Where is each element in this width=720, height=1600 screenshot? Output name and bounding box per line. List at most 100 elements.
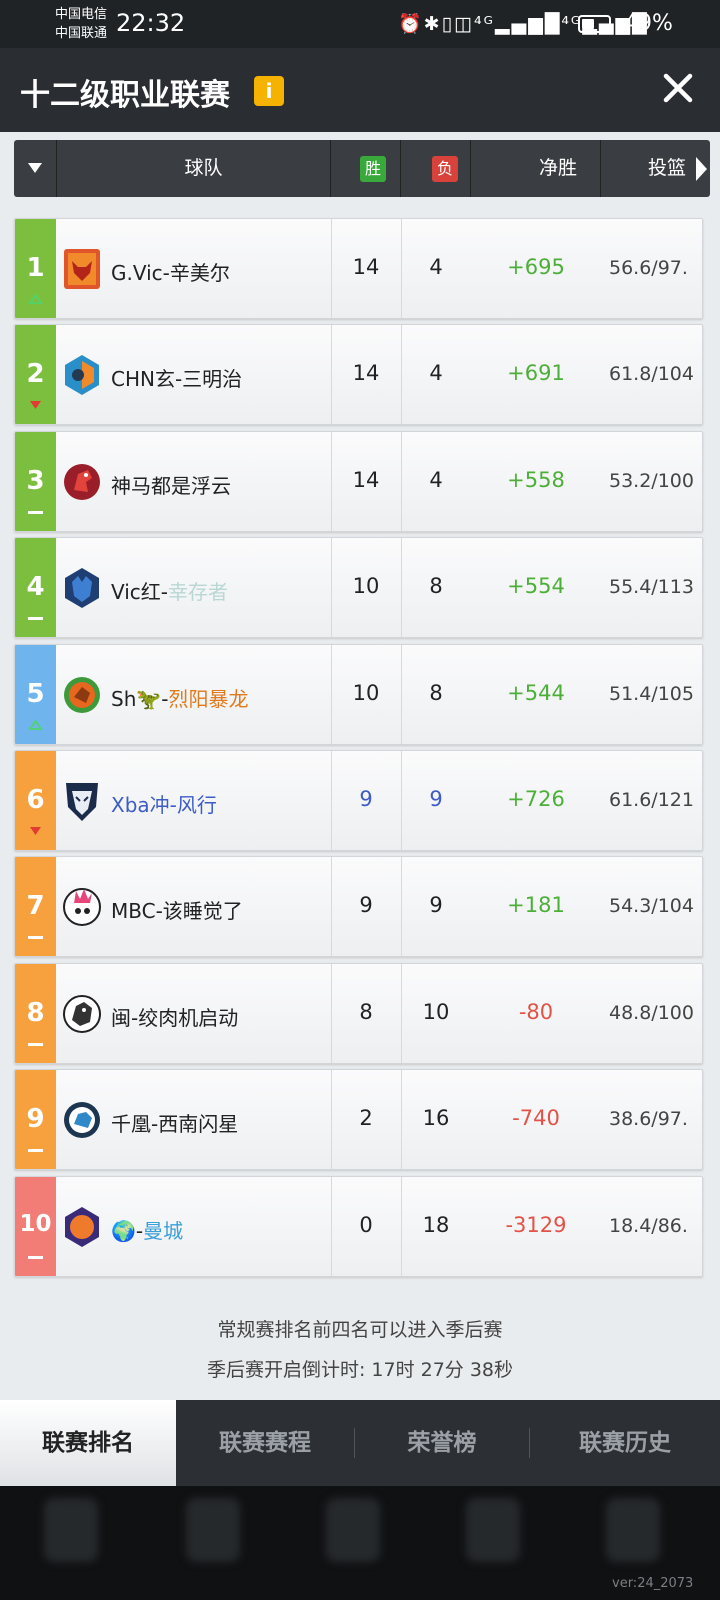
rank-same-icon [28, 1042, 43, 1046]
chevron-down-icon [28, 163, 42, 173]
tab-history[interactable]: 联赛历史 [530, 1400, 720, 1486]
standings-row-10[interactable]: 10 🌍-曼城 0 18 -3129 18.4/86. [14, 1175, 703, 1277]
fg-value: 53.2/100 [609, 469, 694, 492]
team-name-main: Sh🦖- [111, 686, 169, 711]
team-name: Vic红-幸存者 [111, 576, 228, 605]
sort-dropdown-button[interactable] [14, 140, 56, 197]
fg-value: 51.4/105 [609, 682, 694, 705]
header-divider [470, 140, 471, 197]
navy-beast-logo [66, 783, 98, 821]
net-value: +544 [507, 680, 565, 705]
blurred-icon [606, 1498, 660, 1562]
status-bar: 中国电信 中国联通 22:32 ⏰✱▯◫⁴ᴳ▂▄▆█⁴ᴳ▂▄▆█ 49% [0, 0, 720, 48]
team-name: CHN玄-三明治 [111, 363, 242, 392]
fg-value: 55.4/113 [609, 576, 694, 599]
losses-value: 8 [429, 680, 443, 705]
rank-same-icon [28, 1255, 43, 1259]
fg-value: 56.6/97. [609, 257, 688, 279]
header-divider [330, 140, 331, 197]
info-button[interactable]: i [254, 76, 284, 106]
rank-same-icon [28, 936, 43, 940]
net-value: +554 [507, 574, 565, 599]
rank-number: 7 [26, 891, 45, 922]
table-header: 球队 胜 负 净胜 投篮 [14, 140, 710, 197]
net-value: -740 [512, 1106, 560, 1131]
close-icon [663, 73, 693, 103]
red-horse-logo [64, 463, 100, 500]
standings-row-1[interactable]: 1 G.Vic-辛美尔 14 4 +695 56.6/97. [14, 218, 703, 319]
rank-number: 5 [26, 678, 45, 709]
rank-number: 1 [26, 253, 45, 283]
header-divider [400, 140, 401, 197]
team-name-main: MBC-该睡觉了 [111, 899, 243, 924]
scroll-right-button[interactable] [694, 156, 708, 187]
header-net[interactable]: 净胜 [492, 140, 624, 197]
standings-row-3[interactable]: 3 神马都是浮云 14 4 +558 53.2/100 [14, 430, 703, 532]
team-name: 闽-绞肉机启动 [111, 1002, 238, 1031]
team-name-main: 🌍- [111, 1218, 144, 1243]
rank-up-icon [28, 719, 43, 730]
header-team: 球队 [184, 157, 223, 179]
blue-wolf-logo [65, 568, 99, 609]
tab-schedule[interactable]: 联赛赛程 [176, 1400, 354, 1486]
rank-same-icon [28, 1149, 43, 1153]
net-value: +726 [507, 787, 565, 811]
team-name-suffix: 幸存者 [168, 580, 229, 605]
rank-number: 3 [26, 465, 45, 496]
team-name: Xba冲-风行 [111, 789, 217, 818]
wins-value: 9 [359, 893, 373, 918]
rank-same-icon [28, 617, 43, 621]
playoff-note: 常规赛排名前四名可以进入季后赛 [217, 1319, 503, 1341]
team-name-suffix: 曼城 [143, 1218, 184, 1243]
rank-badge: 3 [15, 431, 56, 531]
fg-value: 54.3/104 [609, 895, 694, 918]
rank-number: 10 [19, 1210, 52, 1237]
rank-badge: 8 [15, 963, 56, 1063]
standings-row-8[interactable]: 8 闽-绞肉机启动 8 10 -80 48.8/100 [14, 962, 703, 1064]
rank-badge: 2 [15, 325, 56, 425]
carrier-1: 中国电信 [55, 7, 108, 22]
losses-value: 16 [422, 1106, 450, 1131]
standings-row-4[interactable]: 4 Vic红-幸存者 10 8 +554 55.4/113 [14, 537, 703, 639]
standings-row-7[interactable]: 7 MBC-该睡觉了 9 9 +181 54.3/104 [14, 856, 703, 958]
fg-value: 38.6/97. [609, 1108, 688, 1131]
clock: 22:32 [116, 9, 186, 37]
team-name: G.Vic-辛美尔 [111, 257, 230, 286]
net-value: +181 [507, 893, 565, 918]
title-bar: 十二级职业联赛 i [0, 48, 720, 132]
rank-badge: 1 [15, 219, 56, 318]
tab-standings[interactable]: 联赛排名 [0, 1400, 176, 1486]
team-name-main: CHN玄-三明治 [111, 367, 243, 392]
team-name-main: 闽-绞肉机启动 [111, 1005, 239, 1030]
rank-badge: 4 [15, 538, 56, 638]
rank-down-icon [30, 827, 41, 835]
team-name-main: 神马都是浮云 [111, 473, 231, 498]
rank-badge: 7 [15, 857, 56, 957]
standings-row-5[interactable]: 5 Sh🦖-烈阳暴龙 10 8 +544 51.4/105 [14, 643, 703, 745]
blue-orange-hex-logo [65, 355, 99, 396]
losses-value: 4 [429, 255, 443, 279]
wins-value: 10 [352, 574, 380, 599]
blurred-icon [44, 1498, 98, 1562]
header-wins[interactable]: 胜 [360, 156, 386, 182]
tab-honors[interactable]: 荣誉榜 [355, 1400, 529, 1486]
standings-row-9[interactable]: 9 千凰-西南闪星 2 16 -740 38.6/97. [14, 1069, 703, 1171]
rank-number: 2 [26, 359, 45, 390]
rank-badge: 6 [15, 751, 56, 850]
header-losses[interactable]: 负 [432, 156, 458, 182]
rank-badge: 10 [15, 1176, 56, 1276]
net-value: -80 [518, 999, 554, 1024]
standings-row-6[interactable]: 6 Xba冲-风行 9 9 +726 61.6/121 [14, 750, 703, 851]
team-name-main: Vic红- [111, 580, 169, 605]
standings-row-2[interactable]: 2 CHN玄-三明治 14 4 +691 61.8/104 [14, 324, 703, 426]
losses-value: 9 [429, 893, 443, 918]
battery-percent: 49% [624, 11, 673, 36]
purple-orange-hex-logo [65, 1206, 99, 1247]
team-name: 千凰-西南闪星 [111, 1108, 238, 1137]
page-title: 十二级职业联赛 [20, 78, 230, 113]
fg-value: 61.6/121 [609, 789, 694, 811]
blurred-icon [466, 1498, 520, 1562]
close-button[interactable] [660, 70, 696, 106]
losses-value: 9 [429, 787, 443, 811]
net-value: +558 [507, 467, 565, 492]
